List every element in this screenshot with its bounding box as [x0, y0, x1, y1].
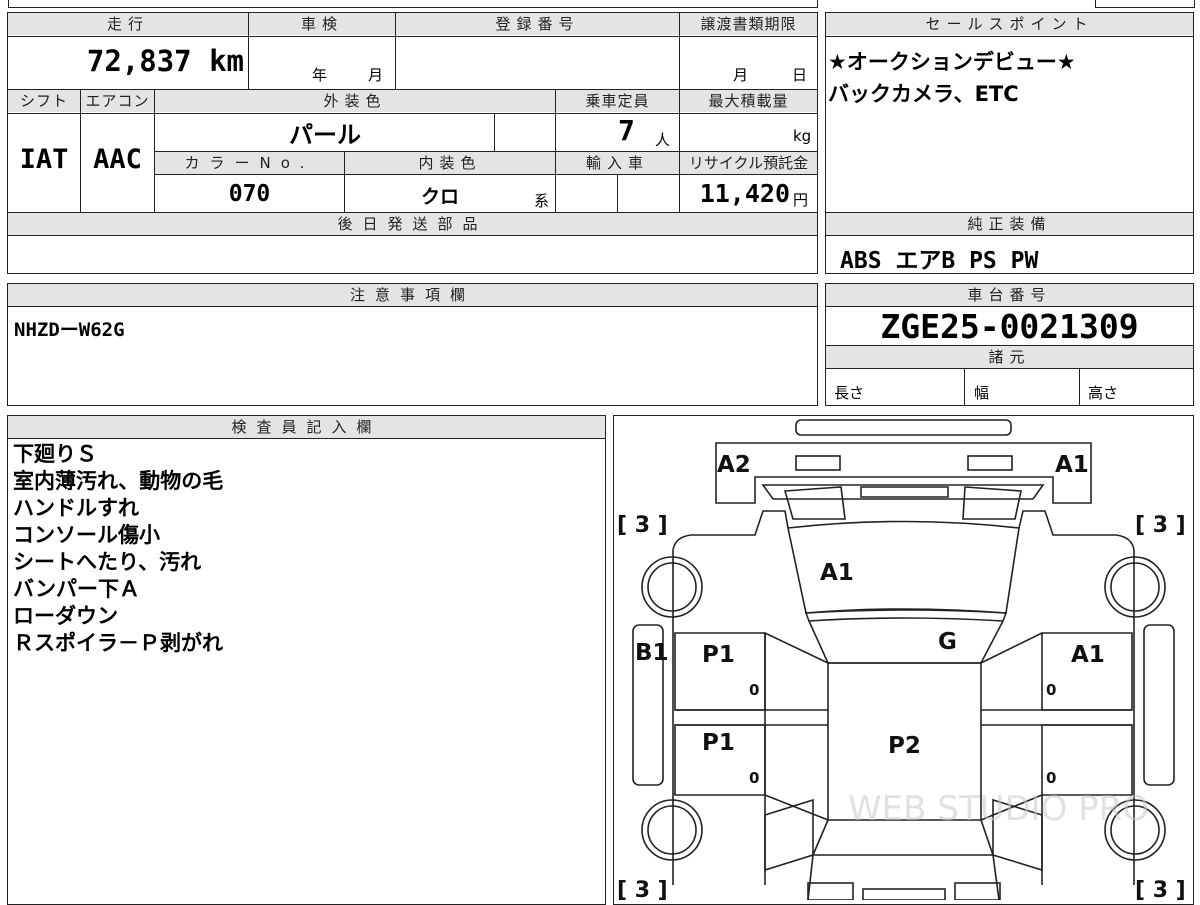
inspector-note: 室内薄汚れ、動物の毛 — [13, 469, 224, 493]
notes-value: NHZDーW62G — [14, 319, 125, 341]
mileage-value: 72,837 km — [86, 44, 244, 78]
inspector-note: コンソール傷小 — [13, 523, 160, 547]
capacity-value: 7 — [618, 114, 635, 147]
door-zero-rr: 0 — [1046, 769, 1056, 787]
door-zero-rl: 0 — [749, 769, 759, 787]
inspector-note: 下廻りＳ — [13, 442, 97, 466]
inspector-label: 検査員記入欄 — [8, 416, 605, 438]
shaken-year: 年 — [312, 66, 328, 84]
shift-label: シフト — [8, 90, 80, 112]
car-diagram: A2 A1 A1 B1 P1 P1 G A1 P2 [ 3 ] [ 3 ] [ … — [617, 419, 1186, 900]
diagram-label-front-right-door: A1 — [1071, 642, 1105, 668]
door-zero-fr: 0 — [1046, 681, 1056, 699]
int-color-label: 内装色 — [345, 152, 555, 174]
inspector-note: ハンドルすれ — [13, 496, 139, 520]
top-strip-right — [1095, 0, 1195, 8]
inspector-notes-list: 下廻りＳ 室内薄汚れ、動物の毛 ハンドルすれ コンソール傷小 シートへたり、汚れ… — [13, 441, 223, 657]
int-color-suffix: 系 — [534, 192, 550, 210]
width-label: 幅 — [974, 384, 990, 402]
specs-label: 諸元 — [826, 346, 1193, 368]
tire-rear-right: [ 3 ] — [1135, 878, 1186, 900]
recycle-label: リサイクル預託金 — [680, 152, 817, 174]
sales-point-label: セールスポイント — [826, 13, 1193, 35]
equipment-label: 純正装備 — [826, 213, 1193, 235]
ext-color-label: 外装色 — [155, 90, 555, 112]
inspector-note: ローダウン — [13, 604, 118, 628]
color-no-label: カラーNo. — [155, 152, 344, 174]
recycle-unit: 円 — [793, 191, 809, 209]
height-label: 高さ — [1088, 384, 1119, 402]
diagram-label-windshield: A1 — [820, 560, 854, 586]
later-parts-label: 後日発送部品 — [8, 213, 817, 235]
sales-point-line-1: ★オークションデビュー★ — [828, 50, 1076, 74]
transfer-month: 月 — [733, 66, 749, 84]
max-load-label: 最大積載量 — [680, 90, 817, 112]
transfer-day: 日 — [792, 66, 808, 84]
shaken-month: 月 — [368, 66, 384, 84]
int-color-value: クロ — [420, 186, 459, 208]
watermark: WEB STUDIO PRO — [848, 789, 1149, 829]
diagram-label-front-right: A1 — [1055, 452, 1089, 478]
chassis-label: 車台番号 — [826, 284, 1193, 306]
registration-label: 登録番号 — [396, 13, 679, 35]
capacity-unit: 人 — [655, 131, 671, 149]
color-no-value: 070 — [228, 181, 271, 207]
max-load-unit: kg — [793, 127, 812, 145]
inspector-note: シートへたり、汚れ — [13, 550, 202, 574]
shaken-label: 車検 — [249, 13, 395, 35]
ext-color-value: パール — [289, 121, 361, 149]
notes-label: 注意事項欄 — [8, 284, 817, 306]
mileage-label: 走行 — [8, 13, 248, 35]
ac-label: エアコン — [81, 90, 154, 112]
import-label: 輸入車 — [556, 152, 679, 174]
sales-point-panel — [825, 12, 1194, 213]
length-label: 長さ — [834, 384, 865, 402]
diagram-label-rear-left-door: P1 — [702, 730, 735, 756]
top-strip — [8, 0, 818, 8]
equipment-value: ABS エアB PS PW — [840, 248, 1039, 274]
tire-rear-left: [ 3 ] — [617, 878, 668, 900]
capacity-label: 乗車定員 — [556, 90, 679, 112]
tire-front-left: [ 3 ] — [617, 513, 668, 538]
sales-point-line-2: バックカメラ、ETC — [828, 82, 1019, 106]
diagram-label-front-left: A2 — [717, 452, 751, 478]
door-zero-fl: 0 — [749, 681, 759, 699]
diagram-label-front-left-door: P1 — [702, 642, 735, 668]
diagram-label-roof: P2 — [888, 733, 921, 759]
recycle-value: 11,420 — [699, 179, 790, 208]
chassis-number: ZGE25-0021309 — [880, 307, 1139, 346]
inspector-note: Ｒスポイラ－Ｐ剥がれ — [13, 631, 223, 655]
transfer-deadline-label: 譲渡書類期限 — [680, 13, 817, 35]
tire-front-right: [ 3 ] — [1135, 513, 1186, 538]
shift-value: IAT — [19, 144, 69, 175]
inspector-note: バンパー下Ａ — [13, 577, 141, 601]
diagram-label-right-glass: G — [938, 629, 957, 655]
ac-value: AAC — [93, 144, 142, 175]
diagram-label-left-panel: B1 — [635, 640, 669, 666]
